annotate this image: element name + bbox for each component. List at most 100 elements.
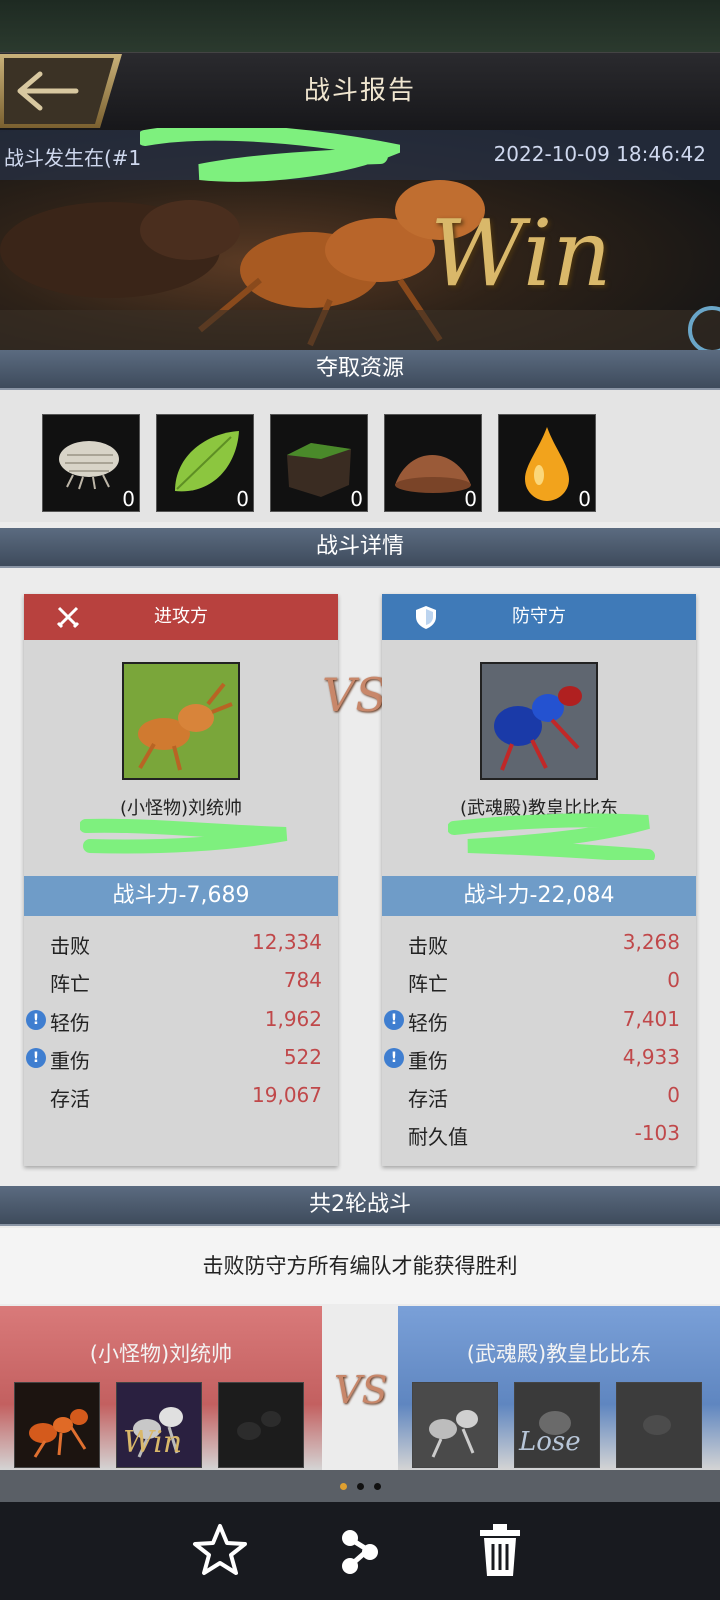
star-icon	[193, 1524, 247, 1575]
attacker-avatar[interactable]	[122, 662, 240, 780]
victory-requirement: 击败防守方所有编队才能获得胜利	[0, 1228, 720, 1304]
status-strip	[0, 0, 720, 52]
resource-pillbug[interactable]: 0	[42, 414, 140, 512]
stat-value: 4,933	[622, 1044, 680, 1069]
crossed-swords-icon	[56, 606, 80, 629]
stat-value: 784	[283, 968, 322, 993]
info-icon[interactable]: !	[26, 1047, 46, 1068]
unit-win-badge: Win	[123, 1425, 183, 1460]
stat-row: 阵亡 784	[24, 962, 338, 1000]
stat-row: 击败 12,334	[24, 924, 338, 962]
page-title: 战斗报告	[303, 76, 416, 106]
defender-label: 防守方	[512, 606, 566, 627]
stat-value: 522	[283, 1044, 322, 1069]
section-details: 战斗详情	[0, 528, 720, 568]
stat-value: 3,268	[622, 930, 680, 954]
page-indicator	[0, 1470, 720, 1502]
unit-lose-badge: Lose	[519, 1427, 581, 1457]
attacker-team-name: (小怪物)刘统帅	[89, 1342, 233, 1366]
stat-label: 阵亡	[408, 972, 448, 997]
vs-badge: VS	[322, 668, 387, 722]
defender-team-card[interactable]: (武魂殿)教皇比比东 Lose	[398, 1306, 720, 1470]
attacker-header: 进攻方	[24, 594, 338, 640]
stat-label: 击败	[408, 934, 448, 958]
attacker-label: 进攻方	[154, 606, 208, 627]
bottom-toolbar	[0, 1502, 720, 1600]
resource-honeydew[interactable]: 0	[498, 414, 596, 512]
stat-row: ! 轻伤 7,401	[382, 1001, 696, 1039]
blue-ant-avatar-icon	[482, 664, 596, 778]
resource-count: 0	[578, 487, 591, 511]
resource-count: 0	[464, 487, 477, 511]
stat-label: 存活	[408, 1087, 448, 1112]
stat-row: 击败 3,268	[382, 924, 696, 962]
section-loot: 夺取资源	[0, 350, 720, 390]
defender-unit-slot[interactable]	[412, 1382, 498, 1468]
stat-value: 7,401	[622, 1006, 680, 1031]
page-dot-active[interactable]	[340, 1483, 347, 1490]
resource-sand[interactable]: 0	[384, 414, 482, 512]
resource-soil[interactable]: 0	[270, 414, 368, 512]
info-icon[interactable]: !	[26, 1009, 46, 1030]
stat-row: ! 重伤 4,933	[382, 1039, 696, 1077]
attacker-name: (小怪物)刘统帅	[119, 798, 243, 819]
battle-location[interactable]: 战斗发生在(#1	[4, 142, 141, 171]
stat-label: 耐久值	[408, 1125, 468, 1150]
stat-label: 轻伤	[408, 1010, 448, 1035]
stat-label: 击败	[50, 934, 90, 958]
redaction-scribble	[140, 128, 400, 182]
page-dot[interactable]	[357, 1483, 364, 1490]
attacker-unit-slot[interactable]: Win	[116, 1382, 202, 1468]
stat-row: 存活 19,067	[24, 1077, 338, 1115]
resource-list: 0 0 0 0 0	[0, 390, 720, 522]
stat-label: 轻伤	[50, 1010, 90, 1035]
defender-team-name: (武魂殿)教皇比比东	[466, 1342, 652, 1366]
stat-value: 19,067	[252, 1083, 322, 1108]
attacker-panel: 进攻方 (小怪物)刘统帅 战斗力-7,689 击败 12,334 阵亡 784! 轻伤 1…	[24, 594, 338, 1166]
trash-icon	[480, 1524, 520, 1576]
orange-ant-avatar-icon	[124, 664, 238, 778]
vs-badge: VS	[334, 1368, 388, 1412]
ant-silhouette-icon	[219, 1383, 303, 1467]
delete-button[interactable]	[470, 1520, 530, 1580]
stat-label: 重伤	[50, 1048, 90, 1073]
stat-row: 阵亡 0	[382, 962, 696, 1000]
attacker-team-card[interactable]: (小怪物)刘统帅 Win	[0, 1306, 322, 1470]
attacker-power: 战斗力-7,689	[24, 876, 338, 916]
resource-count: 0	[122, 487, 135, 511]
win-badge: Win	[430, 200, 612, 307]
share-icon	[342, 1530, 378, 1574]
defender-stats: 击败 3,268 阵亡 0! 轻伤 7,401! 重伤 4,933 存活 0 耐久值 -103	[382, 924, 696, 1154]
attacker-unit-slot-empty[interactable]	[218, 1382, 304, 1468]
stat-label: 阵亡	[50, 972, 90, 997]
defender-unit-slot[interactable]: Lose	[514, 1382, 600, 1468]
stat-row: 存活 0	[382, 1077, 696, 1115]
favorite-button[interactable]	[190, 1520, 250, 1580]
defender-power: 战斗力-22,084	[382, 876, 696, 916]
stat-label: 重伤	[408, 1048, 448, 1073]
grey-ant-icon	[413, 1383, 497, 1467]
defender-panel: 防守方 (武魂殿)教皇比比东 战斗力-22,084 击败 3,268 阵亡 0! 轻伤 7…	[382, 594, 696, 1166]
defender-unit-slot[interactable]	[616, 1382, 702, 1468]
defender-header: 防守方	[382, 594, 696, 640]
attacker-unit-slot[interactable]	[14, 1382, 100, 1468]
resource-count: 0	[350, 487, 363, 511]
resource-count: 0	[236, 487, 249, 511]
stat-value: 12,334	[252, 930, 322, 954]
redaction-scribble	[448, 813, 655, 860]
resource-leaf[interactable]: 0	[156, 414, 254, 512]
share-button[interactable]	[330, 1520, 390, 1580]
info-icon[interactable]: !	[384, 1009, 404, 1030]
info-icon[interactable]: !	[384, 1047, 404, 1068]
shield-icon	[416, 606, 436, 629]
stat-row: 耐久值 -103	[382, 1115, 696, 1153]
stat-row: ! 轻伤 1,962	[24, 1001, 338, 1039]
stat-value: 1,962	[264, 1006, 322, 1031]
page-dot[interactable]	[374, 1483, 381, 1490]
stat-value: 0	[667, 968, 680, 993]
stat-label: 存活	[50, 1087, 90, 1112]
fire-ant-icon	[15, 1383, 99, 1467]
section-rounds: 共2轮战斗	[0, 1186, 720, 1226]
ant-silhouette-icon	[617, 1383, 701, 1467]
defender-avatar[interactable]	[480, 662, 598, 780]
